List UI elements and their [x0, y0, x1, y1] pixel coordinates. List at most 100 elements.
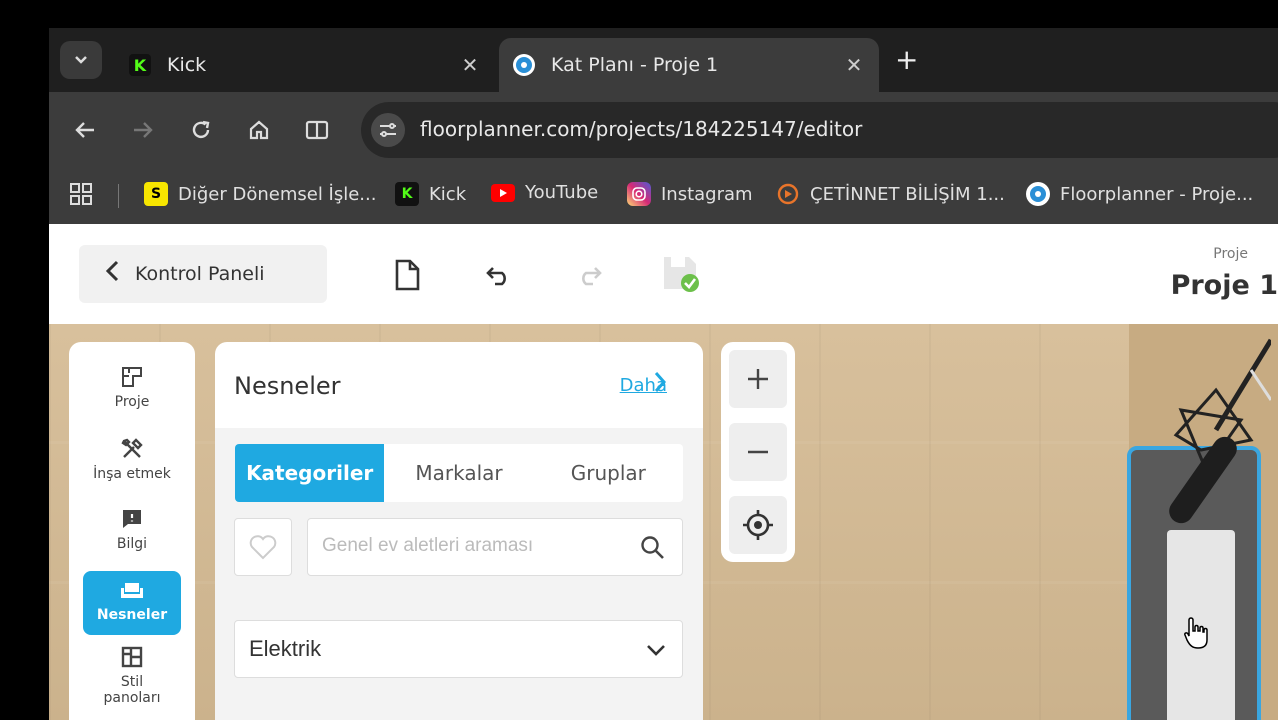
floorplan-icon [119, 364, 145, 390]
bookmark-item[interactable]: S Diğer Dönemsel İşle... [144, 182, 376, 206]
bookmarks-separator [118, 184, 119, 208]
project-name[interactable]: Proje 1 [1171, 270, 1278, 301]
heart-icon [249, 535, 277, 560]
apps-button[interactable] [69, 182, 93, 206]
new-document-button[interactable] [391, 258, 423, 292]
browser-toolbar: floorplanner.com/projects/184225147/edit… [49, 92, 1278, 168]
bookmark-item[interactable]: YouTube [491, 182, 598, 203]
editor-header: Kontrol Paneli Proje Proje 1 [49, 224, 1278, 324]
bookmark-label: Floorplanner - Proje... [1060, 183, 1254, 205]
center-view-button[interactable] [729, 496, 787, 554]
floorplanner-app: Kontrol Paneli Proje Proje 1 Proje İnşa … [49, 224, 1278, 720]
dashboard-back-button[interactable]: Kontrol Paneli [79, 245, 327, 303]
url-text[interactable]: floorplanner.com/projects/184225147/edit… [420, 117, 862, 141]
new-tab-button[interactable]: + [895, 46, 918, 74]
back-label: Kontrol Paneli [135, 263, 265, 285]
sidebar-item-label: Nesneler [96, 607, 168, 623]
search-input[interactable] [322, 535, 622, 557]
bookmark-item[interactable]: Instagram [627, 182, 753, 206]
chevron-right-icon[interactable] [653, 370, 667, 400]
bookmark-label: YouTube [525, 182, 599, 203]
zoom-in-button[interactable] [729, 350, 787, 408]
home-icon [249, 120, 269, 140]
kick-icon: K [395, 182, 419, 206]
sidebar-item-styleboards[interactable]: Stil panoları [83, 644, 181, 706]
sidebar-item-project[interactable]: Proje [83, 364, 181, 410]
microphone-object [1169, 338, 1271, 524]
bookmark-label: ÇETİNNET BİLİŞİM 1... [810, 183, 1005, 205]
hand-cursor-icon [1184, 617, 1208, 649]
floorplanner-icon [513, 54, 535, 76]
instagram-icon [627, 182, 651, 206]
search-field[interactable] [307, 518, 683, 576]
split-view-button[interactable] [301, 114, 333, 146]
apps-grid-icon [70, 183, 92, 205]
site-info-button[interactable] [371, 113, 405, 147]
cetinnet-icon [776, 182, 800, 206]
tune-icon [380, 123, 396, 137]
reload-icon [192, 120, 210, 139]
arrow-left-icon [75, 122, 94, 138]
project-label: Proje [1213, 246, 1248, 262]
bookmark-item[interactable]: ÇETİNNET BİLİŞİM 1... [776, 182, 1005, 206]
tab-floorplanner[interactable]: Kat Planı - Proje 1 ✕ [499, 38, 879, 92]
tab-title: Kat Planı - Proje 1 [551, 54, 719, 76]
tools-icon [119, 436, 145, 462]
search-icon[interactable] [640, 535, 666, 561]
tab-groups[interactable]: Gruplar [534, 444, 683, 502]
chevron-down-icon [646, 636, 666, 662]
save-status[interactable] [661, 254, 701, 294]
objects-panel: Nesneler Daha Kategoriler Markalar Grupl… [215, 342, 703, 720]
tab-brands[interactable]: Markalar [384, 444, 533, 502]
split-view-icon [305, 120, 329, 140]
s-icon: S [144, 182, 168, 206]
sidebar-item-info[interactable]: Bilgi [83, 506, 181, 552]
sidebar-item-label: Bilgi [116, 536, 148, 552]
sofa-icon [119, 577, 145, 603]
left-sidebar: Proje İnşa etmek Bilgi Nesneler Stil pan… [69, 342, 195, 720]
address-bar[interactable]: floorplanner.com/projects/184225147/edit… [361, 102, 1278, 158]
info-icon [119, 506, 145, 532]
back-button[interactable] [69, 114, 101, 146]
zoom-out-button[interactable] [729, 423, 787, 481]
sidebar-item-label: Proje [114, 394, 150, 410]
sidebar-item-objects[interactable]: Nesneler [83, 571, 181, 635]
chevron-down-icon [75, 56, 87, 64]
bookmark-item[interactable]: Floorplanner - Proje... [1026, 182, 1253, 206]
category-select-value: Elektrik [249, 636, 322, 661]
youtube-icon [491, 183, 515, 202]
desk-object[interactable] [1127, 338, 1271, 720]
zoom-controls [721, 342, 795, 562]
bookmark-label: Kick [429, 183, 467, 205]
tab-kick[interactable]: K Kick ✕ [115, 38, 495, 92]
panel-title: Nesneler [234, 372, 341, 400]
forward-button[interactable] [127, 114, 159, 146]
close-icon[interactable]: ✕ [455, 53, 485, 77]
chevron-left-icon [105, 260, 119, 288]
arrow-right-icon [134, 122, 153, 138]
kick-icon: K [129, 54, 151, 76]
sidebar-item-label: Stil panoları [103, 674, 161, 706]
plus-icon [748, 369, 768, 389]
undo-icon [486, 267, 506, 286]
redo-button[interactable] [573, 258, 605, 292]
undo-button[interactable] [483, 258, 515, 292]
category-tabs: Kategoriler Markalar Gruplar [235, 444, 683, 502]
tab-title: Kick [167, 54, 207, 76]
minus-icon [748, 450, 768, 454]
bookmark-item[interactable]: K Kick [395, 182, 466, 206]
favorites-button[interactable] [234, 518, 292, 576]
floorplanner-icon [1026, 182, 1050, 206]
saved-icon [664, 257, 699, 292]
category-select[interactable]: Elektrik [234, 620, 683, 678]
sidebar-item-label: İnşa etmek [93, 466, 171, 482]
tab-search-button[interactable] [60, 41, 102, 79]
sidebar-item-build[interactable]: İnşa etmek [83, 436, 181, 482]
close-icon[interactable]: ✕ [839, 53, 869, 77]
tab-categories[interactable]: Kategoriler [235, 444, 385, 502]
document-icon [395, 259, 420, 291]
reload-button[interactable] [185, 114, 217, 146]
tab-bar: K Kick ✕ Kat Planı - Proje 1 ✕ + [49, 28, 1278, 92]
redo-icon [582, 267, 602, 286]
home-button[interactable] [243, 114, 275, 146]
